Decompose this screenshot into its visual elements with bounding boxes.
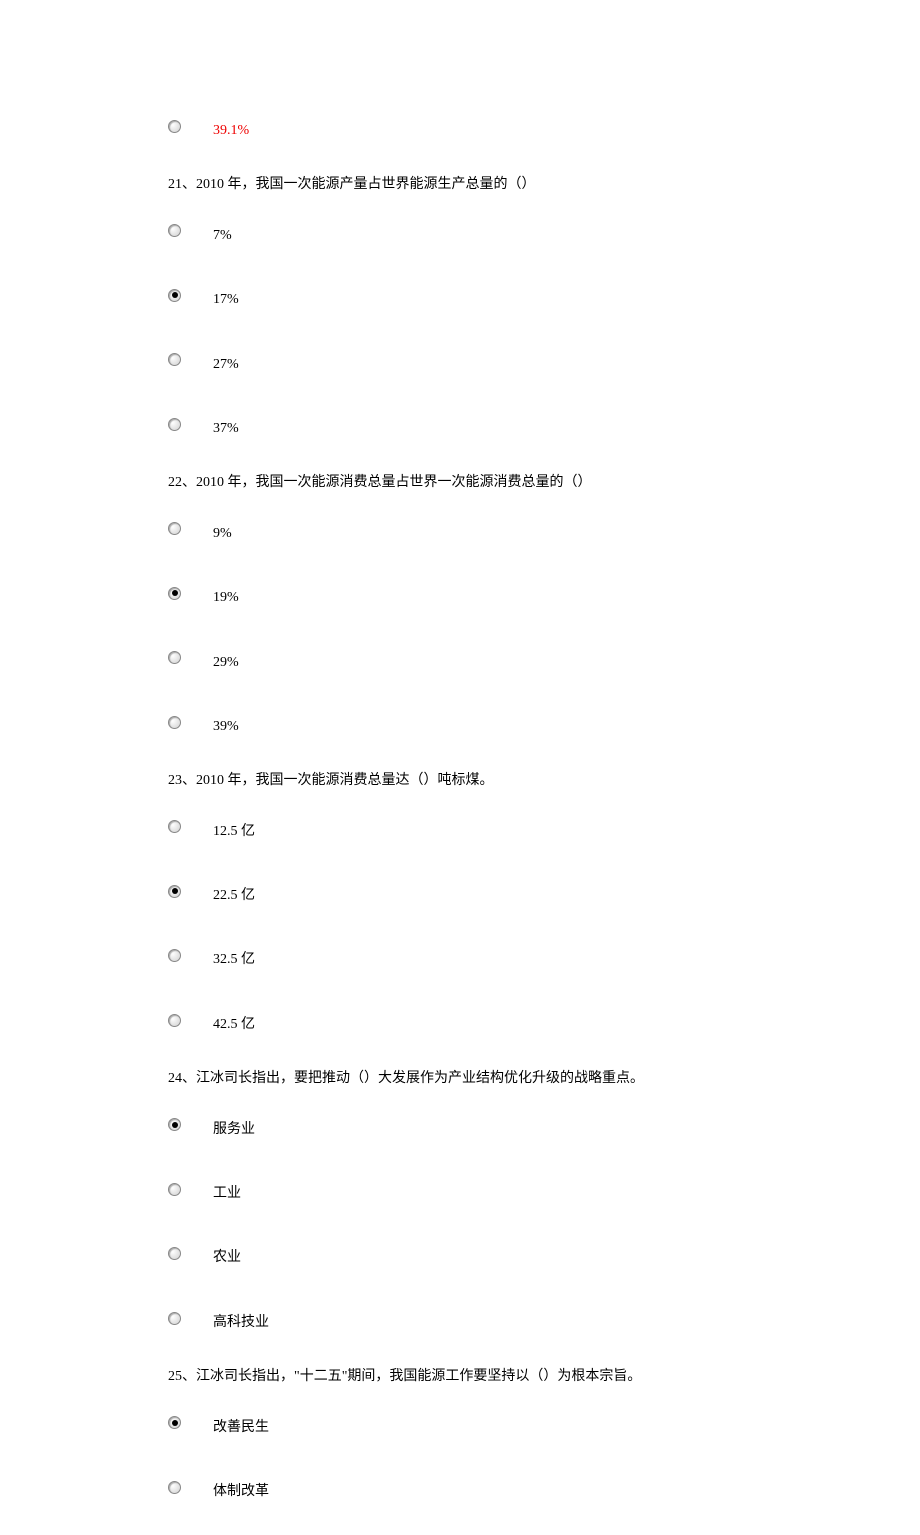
option-row: 12.5 亿: [168, 811, 920, 843]
radio-unchecked-icon: [168, 120, 181, 133]
radio-wrapper[interactable]: [168, 949, 213, 962]
option-text: 农业: [213, 1247, 241, 1269]
radio-wrapper[interactable]: [168, 587, 213, 600]
radio-wrapper[interactable]: [168, 1118, 213, 1131]
quiz-content: 39.1% 21、2010 年，我国一次能源产量占世界能源生产总量的（） 7% …: [168, 110, 920, 1503]
radio-wrapper[interactable]: [168, 716, 213, 729]
option-text: 32.5 亿: [213, 949, 255, 971]
radio-wrapper[interactable]: [168, 353, 213, 366]
option-row: 19%: [168, 577, 920, 609]
radio-checked-icon: [168, 289, 181, 302]
radio-checked-icon: [168, 587, 181, 600]
option-text: 改善民生: [213, 1417, 269, 1439]
radio-wrapper[interactable]: [168, 1416, 213, 1429]
radio-unchecked-icon: [168, 522, 181, 535]
option-row: 7%: [168, 215, 920, 247]
question-25-text: 25、江冰司长指出，"十二五"期间，我国能源工作要坚持以（）为根本宗旨。: [168, 1366, 920, 1388]
option-text: 42.5 亿: [213, 1014, 255, 1036]
option-row: 工业: [168, 1173, 920, 1205]
option-row: 9%: [168, 513, 920, 545]
radio-wrapper[interactable]: [168, 522, 213, 535]
option-text: 体制改革: [213, 1481, 269, 1503]
radio-wrapper[interactable]: [168, 651, 213, 664]
option-text: 工业: [213, 1183, 241, 1205]
option-row: 农业: [168, 1237, 920, 1269]
question-22-text: 22、2010 年，我国一次能源消费总量占世界一次能源消费总量的（）: [168, 472, 920, 494]
option-row: 高科技业: [168, 1302, 920, 1334]
radio-checked-icon: [168, 1118, 181, 1131]
option-row: 39.1%: [168, 110, 920, 142]
radio-checked-icon: [168, 1416, 181, 1429]
radio-wrapper[interactable]: [168, 1312, 213, 1325]
option-row: 改善民生: [168, 1407, 920, 1439]
radio-wrapper[interactable]: [168, 418, 213, 431]
radio-unchecked-icon: [168, 224, 181, 237]
option-text: 17%: [213, 289, 239, 311]
option-row: 27%: [168, 344, 920, 376]
radio-checked-icon: [168, 885, 181, 898]
option-text: 39%: [213, 716, 239, 738]
option-row: 42.5 亿: [168, 1004, 920, 1036]
radio-unchecked-icon: [168, 1481, 181, 1494]
radio-wrapper[interactable]: [168, 1014, 213, 1027]
option-row: 服务业: [168, 1109, 920, 1141]
option-row: 22.5 亿: [168, 875, 920, 907]
option-text: 服务业: [213, 1119, 255, 1141]
option-text: 7%: [213, 225, 232, 247]
option-row: 17%: [168, 279, 920, 311]
option-text: 29%: [213, 652, 239, 674]
question-24-text: 24、江冰司长指出，要把推动（）大发展作为产业结构优化升级的战略重点。: [168, 1068, 920, 1090]
radio-wrapper[interactable]: [168, 224, 213, 237]
radio-unchecked-icon: [168, 1312, 181, 1325]
radio-unchecked-icon: [168, 418, 181, 431]
radio-unchecked-icon: [168, 353, 181, 366]
radio-wrapper[interactable]: [168, 885, 213, 898]
option-row: 39%: [168, 706, 920, 738]
option-row: 32.5 亿: [168, 939, 920, 971]
option-text: 高科技业: [213, 1312, 269, 1334]
option-text: 9%: [213, 523, 232, 545]
option-row: 37%: [168, 408, 920, 440]
option-text: 27%: [213, 354, 239, 376]
option-text: 39.1%: [213, 120, 249, 142]
radio-wrapper[interactable]: [168, 120, 213, 133]
radio-unchecked-icon: [168, 949, 181, 962]
radio-wrapper[interactable]: [168, 820, 213, 833]
option-text: 12.5 亿: [213, 821, 255, 843]
question-21-text: 21、2010 年，我国一次能源产量占世界能源生产总量的（）: [168, 174, 920, 196]
radio-wrapper[interactable]: [168, 1481, 213, 1494]
radio-unchecked-icon: [168, 716, 181, 729]
question-23-text: 23、2010 年，我国一次能源消费总量达（）吨标煤。: [168, 770, 920, 792]
radio-unchecked-icon: [168, 651, 181, 664]
radio-unchecked-icon: [168, 1014, 181, 1027]
radio-wrapper[interactable]: [168, 289, 213, 302]
option-text: 22.5 亿: [213, 885, 255, 907]
option-row: 29%: [168, 642, 920, 674]
radio-unchecked-icon: [168, 820, 181, 833]
radio-unchecked-icon: [168, 1247, 181, 1260]
option-text: 37%: [213, 418, 239, 440]
radio-unchecked-icon: [168, 1183, 181, 1196]
option-row: 体制改革: [168, 1471, 920, 1503]
radio-wrapper[interactable]: [168, 1183, 213, 1196]
radio-wrapper[interactable]: [168, 1247, 213, 1260]
option-text: 19%: [213, 587, 239, 609]
